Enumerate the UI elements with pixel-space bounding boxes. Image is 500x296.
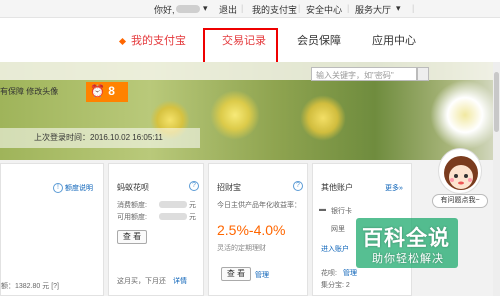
my-alipay-link[interactable]: 我的支付宝 (252, 3, 297, 16)
watermark-subtitle: 助你轻松解决 (372, 253, 444, 265)
blurred-value (159, 213, 187, 220)
flower-decoration (210, 90, 260, 140)
service-hall-link[interactable]: 服务大厅 (355, 3, 391, 16)
alarm-clock-icon: ⏰ (90, 84, 105, 98)
nav-my-alipay[interactable]: 我的支付宝 (118, 32, 186, 48)
chevron-down-icon[interactable]: ▾ (396, 3, 401, 14)
card-title: 其他账户 (321, 183, 353, 192)
scrollbar[interactable] (493, 62, 500, 296)
more-link[interactable]: 更多» (385, 183, 403, 193)
yield-description: 今日主供产品年化收益率： (217, 202, 301, 209)
search-button[interactable] (417, 67, 429, 81)
divider: | (241, 3, 244, 13)
help-icon[interactable]: ? (189, 181, 199, 191)
divider: | (298, 3, 301, 13)
zhaocaibao-card: 招财宝 ? 今日主供产品年化收益率： 2.5%-4.0% 灵活的定期理财 查 看… (208, 163, 308, 296)
alarm-count: 8 (108, 84, 115, 98)
details-link[interactable]: 详情 (173, 276, 187, 286)
huabei-label: 花呗: (321, 270, 337, 277)
security-center-link[interactable]: 安全中心 (306, 3, 342, 16)
assistant-avatar[interactable] (438, 148, 482, 194)
scrollbar-thumb[interactable] (494, 72, 499, 132)
view-button[interactable]: 查 看 (117, 230, 147, 244)
last-login-text: 上次登录时间：2016.10.02 16:05:11 (34, 133, 163, 142)
spent-label: 消费额度: (117, 202, 147, 209)
balance-text: 额：1382.80 元 [?] (1, 283, 59, 290)
product-note: 灵活的定期理财 (217, 245, 266, 252)
protection-text[interactable]: 有保障 修改头像 (0, 86, 58, 97)
chevron-down-icon[interactable]: ▾ (203, 3, 208, 14)
search-input[interactable]: 输入关键字，如"密码" (311, 67, 417, 81)
bank-card-icon: ▬ (319, 206, 326, 213)
watermark-title: 百科全说 (362, 227, 450, 250)
logout-link[interactable]: 退出 (219, 3, 237, 16)
top-utility-bar: 你好, ▾ 退出 | 我的支付宝 | 安全中心 | 服务大厅 ▾ | (0, 0, 500, 18)
net-bank-label: 网里 (331, 226, 345, 233)
blurred-value (159, 201, 187, 208)
ask-question-button[interactable]: 有问题点我~ (432, 194, 488, 208)
view-button[interactable]: 查 看 (221, 267, 251, 281)
flower-decoration (430, 80, 500, 150)
quota-explanation-link[interactable]: 额度说明 (65, 183, 93, 193)
card-title: 招财宝 (217, 183, 241, 192)
help-icon[interactable]: ? (293, 181, 303, 191)
greeting-text: 你好, (154, 5, 175, 15)
jifenbao-label: 集分宝: 2 (321, 282, 350, 289)
unit-text: 元 (189, 214, 196, 221)
info-icon[interactable]: ! (53, 183, 63, 193)
available-label: 可用额度: (117, 214, 147, 221)
enter-account-link[interactable]: 进入账户 (321, 244, 349, 254)
diamond-icon (118, 37, 127, 45)
nav-label: 我的支付宝 (131, 35, 186, 47)
unit-text: 元 (189, 202, 196, 209)
divider: | (412, 3, 415, 13)
card-title: 蚂蚁花呗 (117, 183, 149, 192)
promo-text: 这月买，下月还 (117, 278, 166, 285)
balance-card: ! 额度说明 额：1382.80 元 [?] (0, 163, 104, 296)
username-blurred (176, 3, 200, 13)
yield-rate: 2.5%-4.0% (217, 222, 286, 238)
manage-link[interactable]: 管理 (343, 268, 357, 278)
alarm-badge[interactable]: ⏰ 8 (86, 82, 128, 102)
bank-card-label[interactable]: 银行卡 (331, 206, 352, 216)
manage-link[interactable]: 管理 (255, 270, 269, 280)
nav-membership[interactable]: 会员保障 (297, 32, 341, 48)
huabei-card: 蚂蚁花呗 ? 消费额度: 元 可用额度: 元 查 看 这月买，下月还 详情 (108, 163, 204, 296)
cartoon-girl-icon (444, 156, 478, 190)
flower-decoration (300, 95, 346, 141)
divider: | (347, 3, 350, 13)
nav-app-center[interactable]: 应用中心 (372, 32, 416, 48)
